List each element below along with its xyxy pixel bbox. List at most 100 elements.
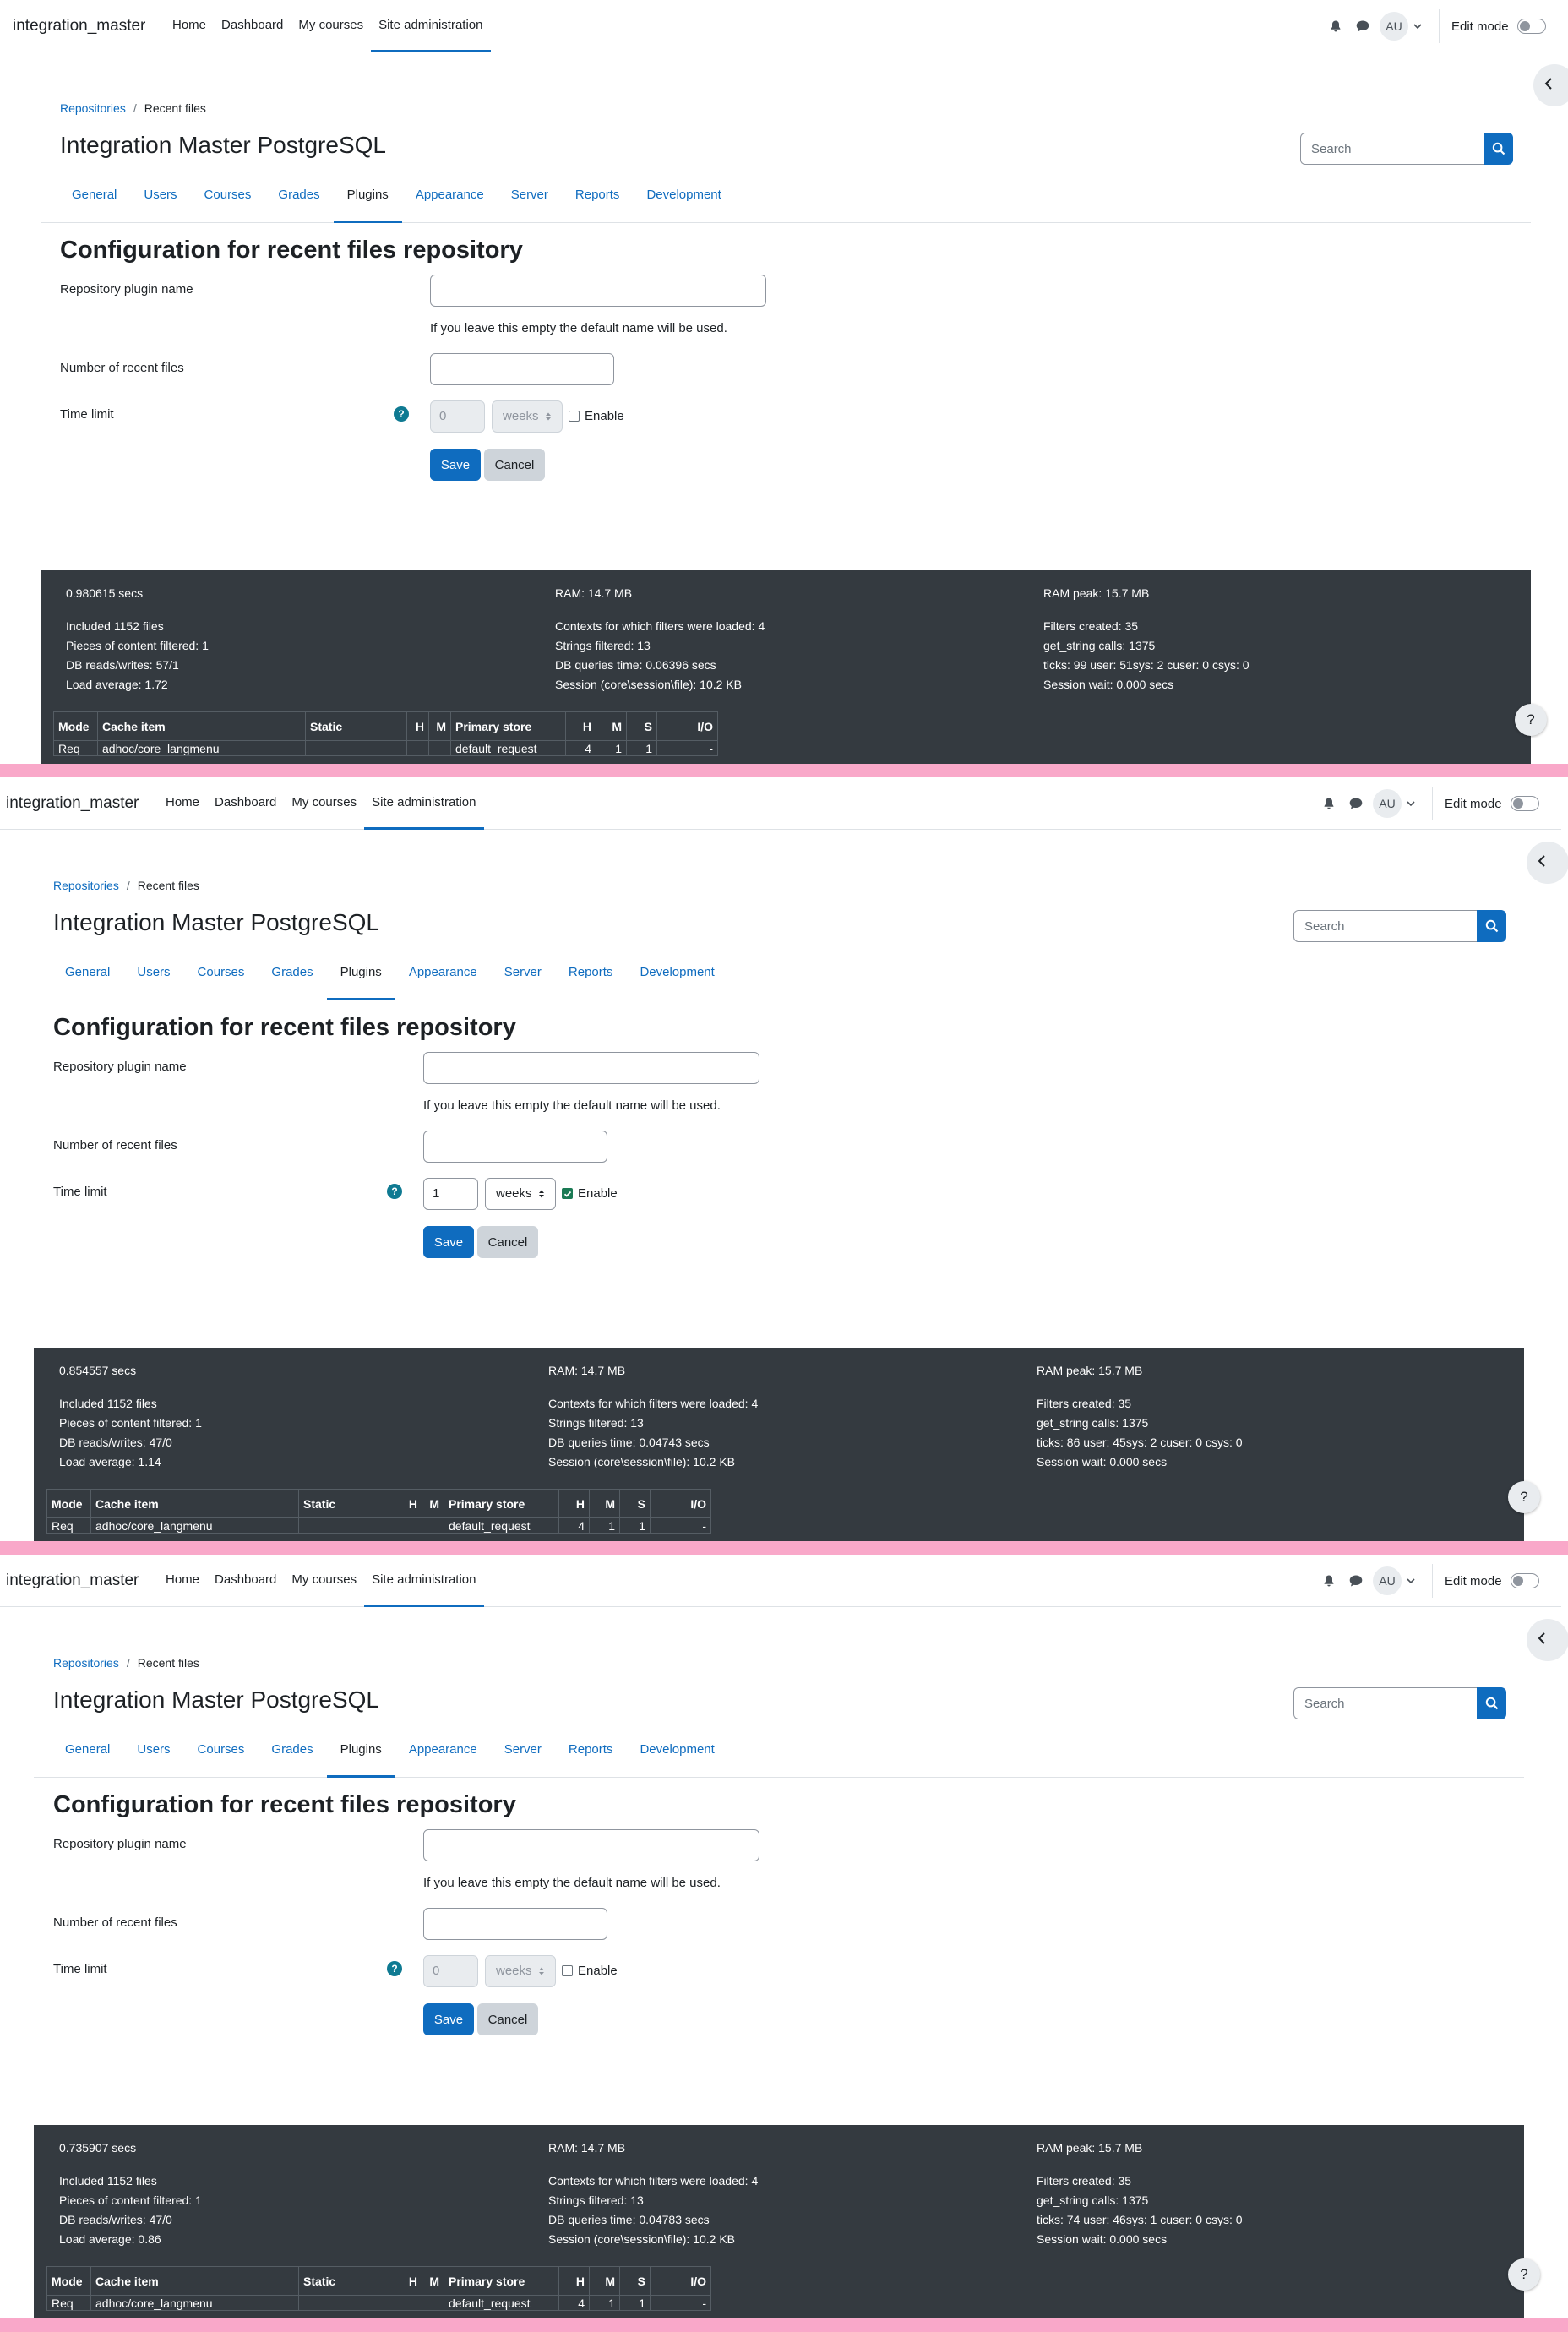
chevron-down-icon[interactable]	[1407, 796, 1415, 811]
plugin-name-input[interactable]	[423, 1052, 760, 1084]
edit-mode-toggle[interactable]	[1516, 19, 1546, 34]
nav-my-courses[interactable]: My courses	[284, 777, 364, 830]
nav-home[interactable]: Home	[158, 777, 207, 830]
tab-grades[interactable]: Grades	[264, 179, 333, 223]
edit-mode-toggle[interactable]	[1510, 1573, 1539, 1588]
time-limit-value-input[interactable]: 0	[430, 400, 485, 433]
tab-courses[interactable]: Courses	[184, 1734, 259, 1778]
nav-my-courses[interactable]: My courses	[291, 0, 371, 52]
tab-users[interactable]: Users	[123, 1734, 183, 1778]
tab-general[interactable]: General	[52, 956, 123, 1000]
chat-bubble-icon[interactable]	[1342, 790, 1369, 817]
tab-reports[interactable]: Reports	[562, 179, 634, 223]
open-drawer-button[interactable]	[1533, 64, 1568, 106]
tab-courses[interactable]: Courses	[191, 179, 265, 223]
tab-development[interactable]: Development	[626, 1734, 727, 1778]
enable-checkbox-wrap[interactable]: Enable	[562, 1186, 618, 1201]
edit-mode-toggle[interactable]	[1510, 796, 1539, 811]
nav-site-administration[interactable]: Site administration	[371, 0, 491, 52]
search-input[interactable]	[1300, 133, 1484, 165]
nav-home[interactable]: Home	[165, 0, 214, 52]
tab-plugins[interactable]: Plugins	[326, 956, 395, 1000]
save-button[interactable]: Save	[430, 449, 481, 481]
plugin-name-input[interactable]	[423, 1829, 760, 1861]
tab-grades[interactable]: Grades	[258, 956, 326, 1000]
tab-general[interactable]: General	[52, 1734, 123, 1778]
bell-icon[interactable]	[1315, 1567, 1342, 1594]
search-button[interactable]	[1477, 910, 1506, 942]
nav-site-administration[interactable]: Site administration	[364, 777, 484, 830]
tab-appearance[interactable]: Appearance	[395, 956, 491, 1000]
time-limit-value-input[interactable]: 0	[423, 1955, 478, 1987]
nav-dashboard[interactable]: Dashboard	[214, 0, 291, 52]
tab-plugins[interactable]: Plugins	[333, 179, 402, 223]
time-limit-unit-select[interactable]: weeks	[485, 1955, 556, 1987]
tab-reports[interactable]: Reports	[555, 1734, 627, 1778]
nav-dashboard[interactable]: Dashboard	[207, 1555, 284, 1607]
avatar[interactable]: AU	[1373, 789, 1402, 818]
chat-bubble-icon[interactable]	[1342, 1567, 1369, 1594]
tab-users[interactable]: Users	[123, 956, 183, 1000]
recent-files-input[interactable]	[430, 353, 614, 385]
bell-icon[interactable]	[1322, 13, 1349, 40]
tab-server[interactable]: Server	[491, 1734, 555, 1778]
tab-server[interactable]: Server	[498, 179, 562, 223]
breadcrumb-repositories[interactable]: Repositories	[53, 879, 119, 892]
nav-dashboard[interactable]: Dashboard	[207, 777, 284, 830]
tab-reports[interactable]: Reports	[555, 956, 627, 1000]
help-icon[interactable]: ?	[394, 406, 409, 422]
bell-icon[interactable]	[1315, 790, 1342, 817]
cancel-button[interactable]: Cancel	[484, 449, 545, 481]
nav-site-administration[interactable]: Site administration	[364, 1555, 484, 1607]
cancel-button[interactable]: Cancel	[477, 1226, 538, 1258]
cancel-button[interactable]: Cancel	[477, 2003, 538, 2035]
time-limit-unit-select[interactable]: weeks	[485, 1178, 556, 1210]
enable-checkbox-wrap[interactable]: Enable	[562, 1964, 618, 1978]
help-button[interactable]: ?	[1508, 2258, 1540, 2291]
time-limit-unit-select[interactable]: weeks	[492, 400, 563, 433]
breadcrumb-repositories[interactable]: Repositories	[53, 1656, 119, 1670]
tab-appearance[interactable]: Appearance	[402, 179, 498, 223]
edit-mode-switch[interactable]: Edit mode	[1445, 796, 1539, 811]
chevron-down-icon[interactable]	[1413, 19, 1422, 34]
user-menu[interactable]: AU	[1373, 1566, 1415, 1595]
user-menu[interactable]: AU	[1373, 789, 1415, 818]
search-input[interactable]	[1293, 1687, 1477, 1719]
avatar[interactable]: AU	[1380, 12, 1408, 41]
tab-courses[interactable]: Courses	[184, 956, 259, 1000]
tab-general[interactable]: General	[58, 179, 130, 223]
help-icon[interactable]: ?	[387, 1184, 402, 1199]
save-button[interactable]: Save	[423, 2003, 474, 2035]
recent-files-input[interactable]	[423, 1131, 607, 1163]
enable-checkbox-wrap[interactable]: Enable	[569, 409, 624, 423]
tab-server[interactable]: Server	[491, 956, 555, 1000]
site-brand[interactable]: integration_master	[13, 17, 145, 35]
time-limit-value-input[interactable]: 1	[423, 1178, 478, 1210]
search-button[interactable]	[1484, 133, 1513, 165]
avatar[interactable]: AU	[1373, 1566, 1402, 1595]
recent-files-input[interactable]	[423, 1908, 607, 1940]
save-button[interactable]: Save	[423, 1226, 474, 1258]
open-drawer-button[interactable]	[1527, 1619, 1568, 1661]
nav-home[interactable]: Home	[158, 1555, 207, 1607]
enable-checkbox[interactable]	[569, 411, 580, 422]
user-menu[interactable]: AU	[1380, 12, 1422, 41]
tab-appearance[interactable]: Appearance	[395, 1734, 491, 1778]
edit-mode-switch[interactable]: Edit mode	[1451, 19, 1546, 34]
tab-development[interactable]: Development	[633, 179, 734, 223]
chat-bubble-icon[interactable]	[1349, 13, 1376, 40]
tab-grades[interactable]: Grades	[258, 1734, 326, 1778]
enable-checkbox[interactable]	[562, 1965, 573, 1976]
tab-plugins[interactable]: Plugins	[326, 1734, 395, 1778]
tab-development[interactable]: Development	[626, 956, 727, 1000]
site-brand[interactable]: integration_master	[6, 794, 139, 813]
open-drawer-button[interactable]	[1527, 842, 1568, 884]
plugin-name-input[interactable]	[430, 275, 766, 307]
nav-my-courses[interactable]: My courses	[284, 1555, 364, 1607]
breadcrumb-repositories[interactable]: Repositories	[60, 101, 126, 115]
help-icon[interactable]: ?	[387, 1961, 402, 1976]
chevron-down-icon[interactable]	[1407, 1573, 1415, 1588]
help-button[interactable]: ?	[1515, 704, 1547, 736]
help-button[interactable]: ?	[1508, 1481, 1540, 1513]
enable-checkbox[interactable]	[562, 1188, 573, 1199]
